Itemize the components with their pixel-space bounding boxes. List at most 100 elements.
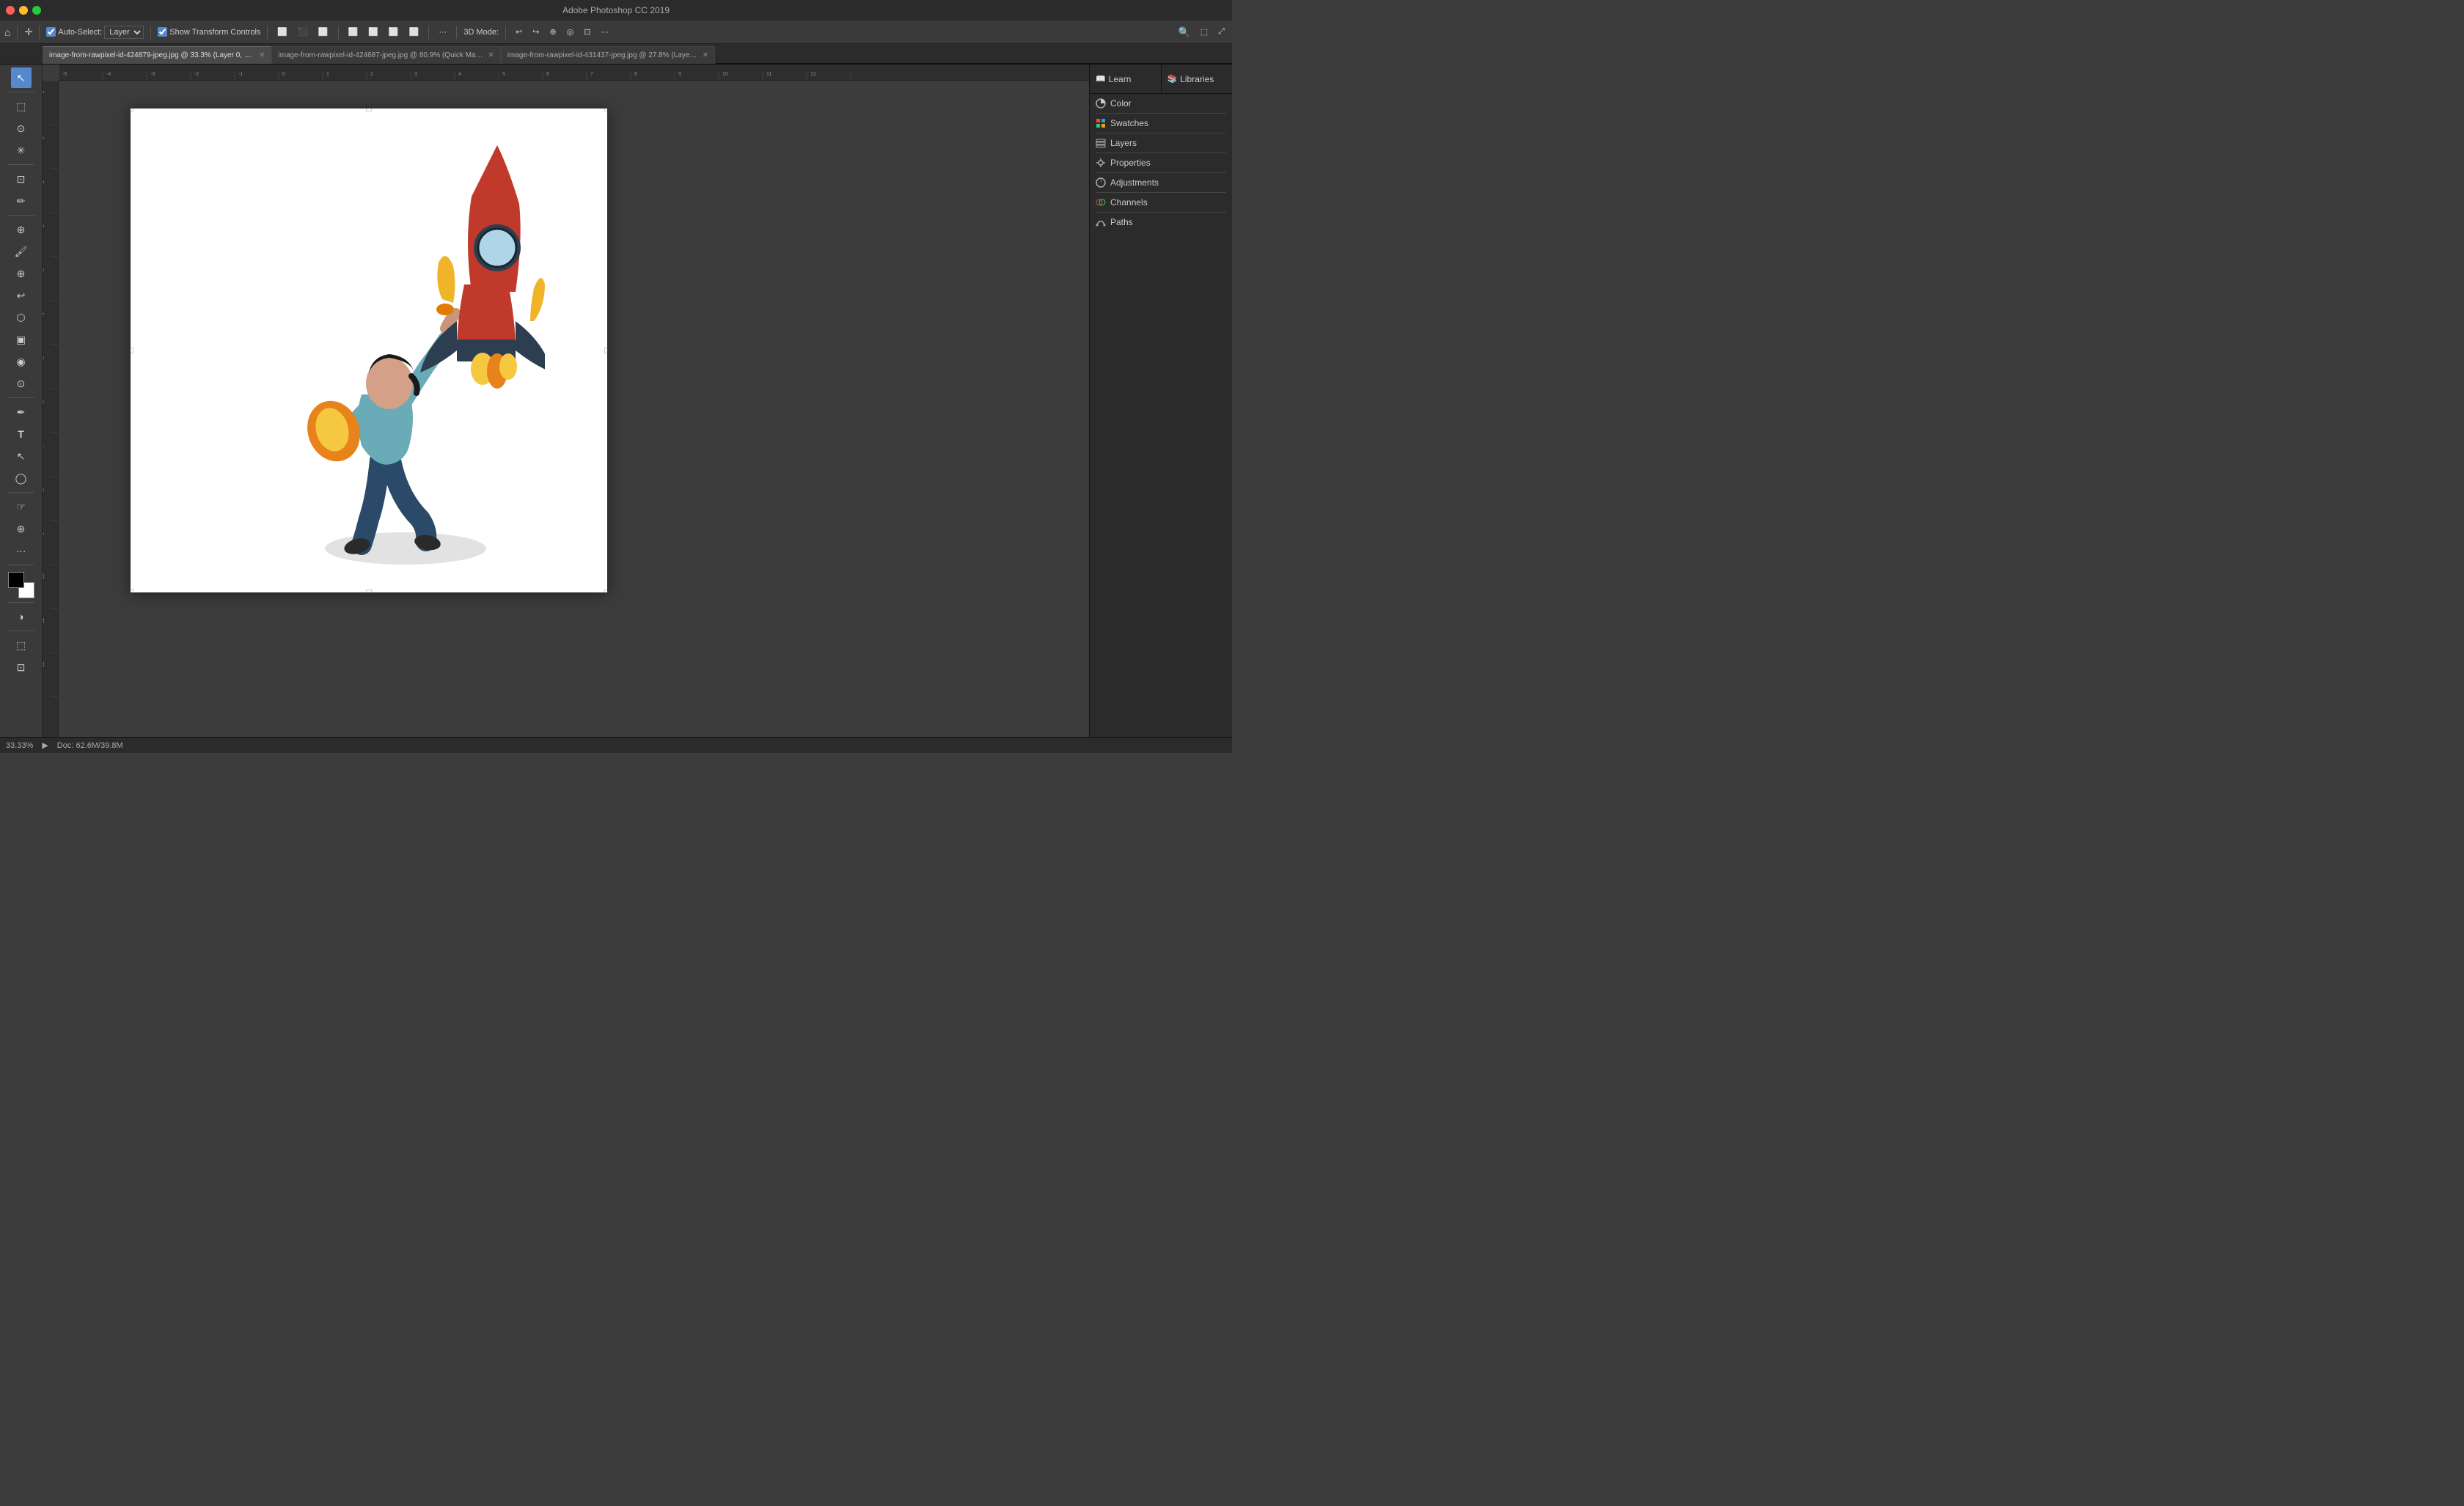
svg-text:11: 11: [766, 72, 771, 77]
tool-path-select[interactable]: ↖: [11, 446, 32, 466]
panel-paths[interactable]: Paths: [1090, 213, 1232, 232]
tool-sep-4: [8, 397, 34, 398]
close-button[interactable]: [6, 6, 15, 15]
panel-color[interactable]: Color: [1090, 94, 1232, 113]
window-controls: [6, 6, 41, 15]
canvas-area: -5 -4 -3 -2 -1 0 1 2 3 4 5: [43, 65, 1089, 737]
svg-text:11: 11: [43, 618, 45, 623]
extras-btn[interactable]: ◎: [564, 26, 577, 38]
libraries-panel-btn[interactable]: 📚 Libraries: [1162, 65, 1233, 93]
tab-0-label: image-from-rawpixel-id-424879-jpeg.jpg @…: [49, 51, 254, 59]
minimize-button[interactable]: [19, 6, 28, 15]
show-transform-checkbox[interactable]: [158, 27, 167, 37]
tool-gradient[interactable]: ▣: [11, 329, 32, 350]
distribute-btn-4[interactable]: ⬜: [406, 26, 422, 38]
status-bar: 33.33% ▶ Doc: 62.6M/39.8M: [0, 737, 1232, 753]
handle-ml[interactable]: [131, 348, 133, 353]
transform-btn[interactable]: ⊡: [581, 26, 593, 38]
toolbar-home[interactable]: ⌂: [4, 26, 10, 38]
distribute-btn-3[interactable]: ⬜: [386, 26, 402, 38]
align-center-btn[interactable]: ⬛: [295, 26, 311, 38]
properties-icon: [1096, 158, 1106, 168]
tool-blur[interactable]: ◉: [11, 351, 32, 372]
auto-select-checkbox[interactable]: [46, 27, 56, 37]
tab-2[interactable]: image-from-rawpixel-id-431437-jpeg.jpg @…: [501, 46, 715, 64]
svg-text:12: 12: [810, 72, 816, 77]
redo-btn[interactable]: ↪: [529, 26, 542, 38]
maximize-button[interactable]: [32, 6, 41, 15]
tab-0-close[interactable]: ✕: [259, 51, 265, 59]
handle-mr[interactable]: [604, 348, 607, 353]
tool-marquee-rect[interactable]: ⬚: [11, 96, 32, 117]
tab-0[interactable]: image-from-rawpixel-id-424879-jpeg.jpg @…: [43, 46, 271, 64]
toolbar-separator-6: [428, 26, 429, 39]
panel-adjustments[interactable]: Adjustments: [1090, 173, 1232, 192]
auto-select-dropdown[interactable]: Layer: [104, 26, 144, 39]
learn-panel-btn[interactable]: 📖 Learn: [1090, 65, 1162, 93]
workspace-btn[interactable]: ⬚: [1198, 26, 1211, 38]
align-right-btn[interactable]: ⬜: [315, 26, 331, 38]
tool-more[interactable]: ···: [11, 540, 32, 561]
adjustments-icon: [1096, 177, 1106, 188]
arrange-btn[interactable]: ⊕: [546, 26, 559, 38]
svg-text:2: 2: [43, 224, 45, 227]
handle-br[interactable]: [604, 589, 607, 592]
panel-layers[interactable]: Layers: [1090, 133, 1232, 153]
search-btn[interactable]: 🔍: [1176, 25, 1193, 40]
tab-1-close[interactable]: ✕: [488, 51, 494, 59]
tool-screen-mode[interactable]: ⬚: [11, 635, 32, 655]
auto-select-checkbox-container[interactable]: Auto-Select: Layer: [46, 26, 144, 39]
panel-properties[interactable]: Properties: [1090, 153, 1232, 172]
tab-2-close[interactable]: ✕: [703, 51, 708, 59]
handle-bl[interactable]: [131, 589, 133, 592]
distribute-btn-1[interactable]: ⬜: [345, 26, 362, 38]
tool-brush[interactable]: 🖌: [11, 241, 32, 262]
handle-bc[interactable]: [366, 589, 372, 592]
show-transform-container[interactable]: Show Transform Controls: [158, 27, 260, 37]
tool-pen[interactable]: ✒: [11, 402, 32, 422]
tool-eraser[interactable]: ⬡: [11, 307, 32, 328]
tool-crop[interactable]: ⊡: [11, 169, 32, 189]
tool-quick-mask[interactable]: ◑: [11, 606, 32, 627]
learn-icon: 📖: [1096, 74, 1106, 84]
tool-stamp[interactable]: ⊕: [11, 263, 32, 284]
tool-lasso[interactable]: ⊙: [11, 118, 32, 139]
tool-move[interactable]: ↖: [11, 67, 32, 88]
svg-text:1: 1: [43, 180, 45, 183]
tool-magic-wand[interactable]: ✳: [11, 140, 32, 161]
learn-label: Learn: [1109, 74, 1132, 84]
share-btn[interactable]: ⤢: [1215, 26, 1228, 38]
tool-history[interactable]: ↩: [11, 285, 32, 306]
tool-eyedropper[interactable]: ✏: [11, 191, 32, 211]
view-extras-btn[interactable]: ···: [598, 26, 612, 38]
handle-tc[interactable]: [366, 109, 372, 111]
svg-text:6: 6: [43, 400, 45, 403]
title-bar: Adobe Photoshop CC 2019: [0, 0, 1232, 21]
handle-tr[interactable]: [604, 109, 607, 111]
align-left-btn[interactable]: ⬜: [274, 26, 290, 38]
undo-btn[interactable]: ↩: [513, 26, 525, 38]
libraries-icon: 📚: [1167, 74, 1178, 84]
tool-healing[interactable]: ⊕: [11, 219, 32, 240]
panel-swatches[interactable]: Swatches: [1090, 114, 1232, 133]
foreground-color[interactable]: [8, 572, 24, 588]
tool-type[interactable]: T: [11, 424, 32, 444]
tool-extras[interactable]: ⊡: [11, 657, 32, 677]
more-options-btn[interactable]: ···: [436, 26, 450, 38]
zoom-level: 33.33%: [6, 741, 33, 750]
tab-1[interactable]: image-from-rawpixel-id-424687-jpeg.jpg @…: [271, 46, 500, 64]
tool-zoom[interactable]: ⊕: [11, 518, 32, 539]
svg-text:3: 3: [414, 72, 417, 77]
color-swatches[interactable]: [8, 572, 34, 598]
panel-channels[interactable]: Channels: [1090, 193, 1232, 212]
tool-hand[interactable]: ☞: [11, 496, 32, 517]
panel-swatches-label: Swatches: [1110, 118, 1148, 128]
distribute-btn-2[interactable]: ⬜: [365, 26, 381, 38]
tool-shape[interactable]: ◯: [11, 468, 32, 488]
svg-text:-1: -1: [238, 72, 243, 77]
layers-icon: [1096, 138, 1106, 148]
toolbar-move-tool[interactable]: ✛: [24, 26, 32, 38]
handle-tl[interactable]: [131, 109, 133, 111]
svg-text:-5: -5: [62, 72, 67, 77]
tool-dodge[interactable]: ⊙: [11, 373, 32, 394]
